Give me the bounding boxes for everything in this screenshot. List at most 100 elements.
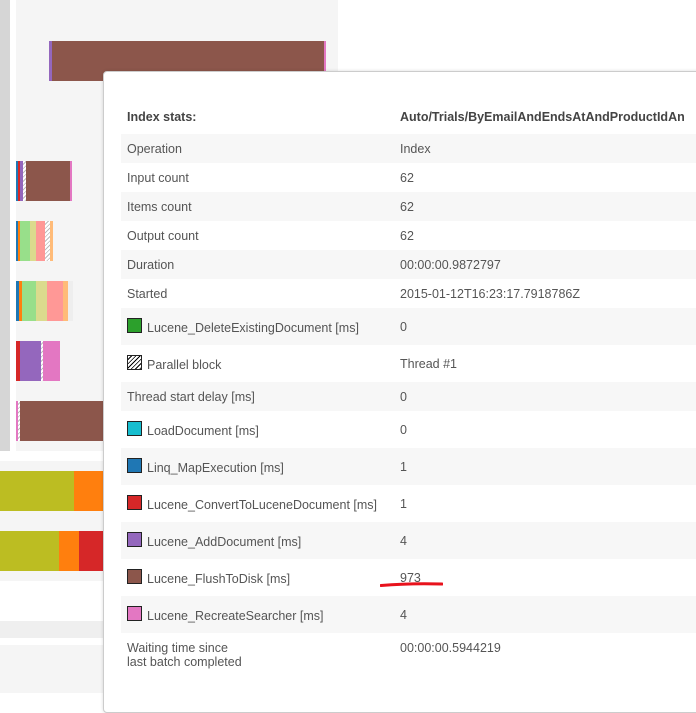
- timeline-bar[interactable]: [16, 161, 72, 201]
- stat-row-lucene-flushtodisk: Lucene_FlushToDisk [ms] 973: [121, 559, 696, 596]
- color-swatch-icon: [127, 532, 142, 547]
- stat-label: Waiting time since: [127, 641, 228, 655]
- stat-label-cell: Lucene_AddDocument [ms]: [121, 522, 394, 559]
- stat-value: 0: [394, 308, 696, 345]
- stat-value: 4: [394, 596, 696, 633]
- stat-label: Lucene_DeleteExistingDocument [ms]: [147, 321, 359, 335]
- stat-value: 62: [400, 170, 414, 185]
- color-swatch-icon: [127, 421, 142, 436]
- stat-row-thread-start-delay: Thread start delay [ms] 0: [121, 382, 696, 411]
- stat-row-input-count: Input count 62: [121, 163, 696, 192]
- bar-segment: [36, 281, 47, 321]
- stat-label: Lucene_RecreateSearcher [ms]: [147, 609, 324, 623]
- timeline-bar[interactable]: [0, 531, 110, 571]
- stat-row-output-count: Output count 62: [121, 221, 696, 250]
- stat-label-cell: Input count: [121, 163, 394, 192]
- stats-table: Index stats: Auto/Trials/ByEmailAndEndsAt…: [121, 100, 696, 687]
- stat-value: Index: [394, 134, 696, 163]
- row-band: [0, 645, 110, 693]
- stat-label-cell: Lucene_RecreateSearcher [ms]: [121, 596, 394, 633]
- stat-label-cell: Lucene_DeleteExistingDocument [ms]: [121, 308, 394, 345]
- stat-row-waiting-time-since: Waiting time since last batch completed 00…: [121, 633, 696, 687]
- stat-label: Lucene_FlushToDisk [ms]: [147, 572, 291, 586]
- red-underline-annotation: [380, 582, 443, 587]
- stat-row-items-count: Items count 62: [121, 192, 696, 221]
- stat-row-lucene-adddocument: Lucene_AddDocument [ms] 4: [121, 522, 696, 559]
- bar-segment: [20, 221, 30, 261]
- bar-segment-parallel: [23, 161, 26, 201]
- stat-value: 1: [400, 496, 407, 511]
- stat-label-cell: Parallel block: [121, 345, 394, 382]
- stat-row-parallel-block: Parallel block Thread #1: [121, 345, 696, 382]
- stat-label: Operation: [127, 141, 182, 156]
- stat-label-cell: Started: [121, 279, 394, 308]
- color-swatch-icon: [127, 495, 142, 510]
- stat-label-cell: Lucene_ConvertToLuceneDocument [ms]: [121, 485, 394, 522]
- stat-row-duration: Duration 00:00:00.9872797: [121, 250, 696, 279]
- stat-label: Linq_MapExecution [ms]: [147, 461, 284, 475]
- stat-label-cell: Waiting time since last batch completed: [121, 633, 394, 687]
- index-stats-popup: Index stats: Auto/Trials/ByEmailAndEndsAt…: [103, 71, 696, 713]
- stat-value: 4: [394, 522, 696, 559]
- stat-label: Items count: [127, 199, 192, 214]
- stat-label-cell: Lucene_FlushToDisk [ms]: [121, 559, 394, 596]
- stat-value: 1: [394, 448, 696, 485]
- stat-label-cell: Operation: [121, 134, 394, 163]
- stat-label: LoadDocument [ms]: [147, 424, 259, 438]
- scrollbar[interactable]: [0, 0, 10, 451]
- timeline-bar[interactable]: [16, 281, 73, 321]
- row-band: [0, 621, 110, 638]
- bar-segment-parallel: [18, 401, 20, 441]
- stat-value: Thread #1: [400, 356, 457, 371]
- bar-segment: [20, 341, 41, 381]
- bar-segment: [0, 531, 59, 571]
- stat-row-started: Started 2015-01-12T16:23:17.7918786Z: [121, 279, 696, 308]
- timeline-bar[interactable]: [16, 401, 106, 441]
- timeline-bar[interactable]: [0, 471, 110, 511]
- bar-segment: [43, 341, 60, 381]
- stat-row-linq-mapexecution: Linq_MapExecution [ms] 1: [121, 448, 696, 485]
- bar-segment: [50, 221, 53, 261]
- stat-value: 2015-01-12T16:23:17.7918786Z: [400, 286, 581, 301]
- stat-value: 00:00:00.5944219: [400, 641, 501, 655]
- stat-value: 62: [394, 192, 696, 221]
- stat-row-lucene-recreatesearcher: Lucene_RecreateSearcher [ms] 4: [121, 596, 696, 633]
- stat-value: 0: [400, 422, 407, 437]
- bar-segment: [49, 41, 52, 81]
- color-swatch-icon: [127, 318, 142, 333]
- stat-label: Started: [127, 286, 168, 301]
- stat-label-cell: Items count: [121, 192, 394, 221]
- stat-value: 973: [400, 570, 421, 585]
- stat-value: 62: [400, 228, 414, 243]
- stat-label: Duration: [127, 257, 175, 272]
- hatch-swatch-icon: [127, 355, 142, 370]
- stat-label-cell: LoadDocument [ms]: [121, 411, 394, 448]
- color-swatch-icon: [127, 458, 142, 473]
- stat-label: Lucene_AddDocument [ms]: [147, 535, 302, 549]
- bar-segment: [0, 471, 74, 511]
- stat-label-cell: Output count: [121, 221, 394, 250]
- stat-label: Thread start delay [ms]: [127, 389, 255, 404]
- stat-label-cell: Linq_MapExecution [ms]: [121, 448, 394, 485]
- color-swatch-icon: [127, 569, 142, 584]
- bar-segment: [36, 221, 45, 261]
- bar-segment: [70, 161, 72, 201]
- stats-header-row: Index stats: Auto/Trials/ByEmailAndEndsAt…: [121, 100, 696, 134]
- color-swatch-icon: [127, 606, 142, 621]
- stat-label: Parallel block: [147, 358, 222, 372]
- timeline-bar[interactable]: [16, 341, 60, 381]
- header-label: Index stats:: [127, 110, 197, 124]
- stat-label: Lucene_ConvertToLuceneDocument [ms]: [147, 498, 377, 512]
- stat-row-lucene-deleteexistingdocument: Lucene_DeleteExistingDocument [ms] 0: [121, 308, 696, 345]
- bar-segment: [68, 281, 73, 321]
- stat-label: Output count: [127, 228, 199, 243]
- bar-segment: [22, 281, 36, 321]
- stat-label-cell: Thread start delay [ms]: [121, 382, 394, 411]
- bar-segment: [47, 281, 63, 321]
- timeline-bar[interactable]: [16, 221, 53, 261]
- stat-row-operation: Operation Index: [121, 134, 696, 163]
- stat-row-lucene-converttolucenedocument: Lucene_ConvertToLuceneDocument [ms] 1: [121, 485, 696, 522]
- stat-value: 0: [394, 382, 696, 411]
- stat-row-loaddocument: LoadDocument [ms] 0: [121, 411, 696, 448]
- index-name: Auto/Trials/ByEmailAndEndsAtAndProductId…: [400, 110, 685, 124]
